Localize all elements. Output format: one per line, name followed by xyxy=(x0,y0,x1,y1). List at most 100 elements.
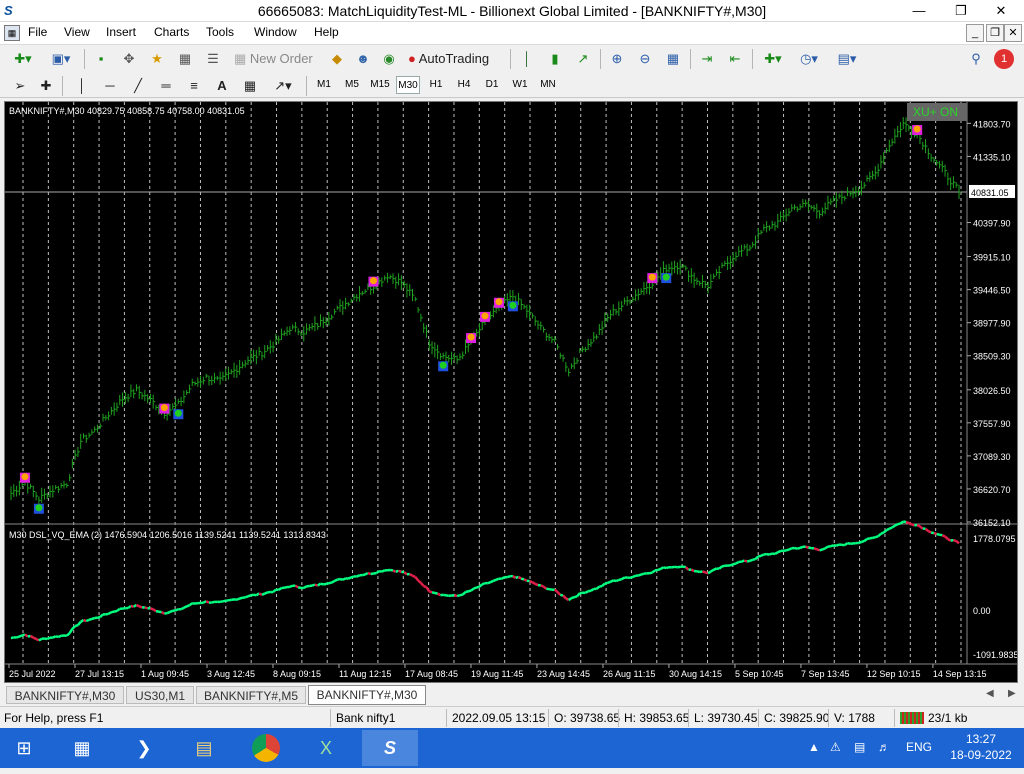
minimize-icon[interactable]: — xyxy=(904,0,934,22)
price-tick-label: 39446.50 xyxy=(973,286,1011,296)
file-explorer-icon[interactable]: ▤ xyxy=(180,730,228,766)
menu-view[interactable]: View xyxy=(64,25,90,39)
signals-icon[interactable]: ◉ xyxy=(378,49,400,69)
menu-window[interactable]: Window xyxy=(254,25,297,39)
tab-scroll-left-icon[interactable]: ◀ xyxy=(986,688,994,699)
indicator-up-segment xyxy=(348,577,351,578)
price-chart[interactable]: BANKNIFTY#,M30 40829.75 40858.75 40758.0… xyxy=(5,102,1017,682)
profiles-icon[interactable]: ▣▾ xyxy=(46,49,76,69)
timeframe-m15[interactable]: M15 xyxy=(368,76,392,94)
terminal-icon[interactable]: ▦ xyxy=(174,49,196,69)
tab-banknifty-m30[interactable]: BANKNIFTY#,M30 xyxy=(6,686,124,704)
indicator-down-segment xyxy=(206,601,209,602)
tab-banknifty-m30-active[interactable]: BANKNIFTY#,M30 xyxy=(308,685,426,705)
data-window-icon[interactable]: ✥ xyxy=(118,49,140,69)
experts-icon[interactable]: ☻ xyxy=(352,49,374,69)
mdi-restore-icon[interactable]: ❐ xyxy=(986,24,1004,42)
indicator-up-segment xyxy=(181,608,184,609)
market-watch-icon[interactable]: ▪ xyxy=(90,49,112,69)
chart-shift-icon[interactable]: ⇤ xyxy=(724,49,746,69)
profile-name[interactable]: Bank nifty1 xyxy=(336,711,395,725)
tab-scroll-right-icon[interactable]: ▶ xyxy=(1008,688,1016,699)
clock-time[interactable]: 13:27 xyxy=(946,732,1016,746)
tile-windows-icon[interactable]: ▦ xyxy=(662,49,684,69)
timeframe-w1[interactable]: W1 xyxy=(508,76,532,94)
indicator-up-segment xyxy=(97,617,100,618)
line-chart-icon[interactable]: ↗ xyxy=(572,49,594,69)
chrome-icon[interactable] xyxy=(242,730,290,766)
new-order-button[interactable]: ▦ New Order xyxy=(234,49,320,69)
chart-window-icon[interactable]: ▦ xyxy=(4,25,20,41)
restore-icon[interactable]: ❐ xyxy=(946,0,976,22)
indicator-up-segment xyxy=(605,583,608,584)
powershell-icon[interactable]: ❯ xyxy=(120,730,168,766)
menu-insert[interactable]: Insert xyxy=(106,25,136,39)
excel-icon[interactable]: X xyxy=(302,730,350,766)
tab-banknifty-m5[interactable]: BANKNIFTY#,M5 xyxy=(196,686,306,704)
server-manager-icon[interactable]: ▦ xyxy=(58,730,106,766)
indicator-up-segment xyxy=(873,537,876,538)
indicator-down-segment xyxy=(934,533,937,534)
price-tick-label: 41803.70 xyxy=(973,119,1011,129)
timeframe-h1[interactable]: H1 xyxy=(424,76,448,94)
fibonacci-icon[interactable]: ≡ xyxy=(184,76,204,96)
new-chart-icon[interactable]: ✚▾ xyxy=(8,49,38,69)
network-icon[interactable]: ▤ xyxy=(854,740,865,754)
bar-chart-icon[interactable]: │ xyxy=(516,49,538,69)
indicator-up-segment xyxy=(237,598,240,599)
timeframe-d1[interactable]: D1 xyxy=(480,76,504,94)
vertical-line-icon[interactable]: │ xyxy=(72,76,92,96)
indicator-up-segment xyxy=(571,597,574,598)
timeframe-h4[interactable]: H4 xyxy=(452,76,476,94)
search-icon[interactable]: ⚲ xyxy=(966,49,986,69)
tab-us30-m1[interactable]: US30,M1 xyxy=(126,686,194,704)
zoom-out-icon[interactable]: ⊖ xyxy=(634,49,656,69)
periods-icon[interactable]: ◷▾ xyxy=(794,49,824,69)
candlestick-icon[interactable]: ▮ xyxy=(544,49,566,69)
language-indicator[interactable]: ENG xyxy=(906,740,932,754)
timeframe-mn[interactable]: MN xyxy=(536,76,560,94)
channel-icon[interactable]: ═ xyxy=(156,76,176,96)
text-tool-icon[interactable]: A xyxy=(212,76,232,96)
templates-icon[interactable]: ▤▾ xyxy=(832,49,862,69)
start-icon[interactable]: ⊞ xyxy=(0,730,48,766)
menu-file[interactable]: File xyxy=(28,25,47,39)
tray-expand-icon[interactable]: ▲ xyxy=(808,740,820,754)
trendline-icon[interactable]: ╱ xyxy=(128,76,148,96)
indicator-up-segment xyxy=(39,639,42,641)
timeframe-m30[interactable]: M30 xyxy=(396,76,420,94)
indicator-down-segment xyxy=(139,606,142,607)
arrows-tool-icon[interactable]: ↗▾ xyxy=(268,76,298,96)
mdi-minimize-icon[interactable]: _ xyxy=(966,24,984,42)
clock-date[interactable]: 18-09-2022 xyxy=(946,748,1016,762)
metaeditor-icon[interactable]: ◆ xyxy=(326,49,348,69)
crosshair-icon[interactable]: ✚ xyxy=(36,76,56,96)
connection-icon[interactable] xyxy=(900,712,924,724)
navigator-icon[interactable]: ★ xyxy=(146,49,168,69)
timeframe-m1[interactable]: M1 xyxy=(312,76,336,94)
label-tool-icon[interactable]: ▦ xyxy=(240,76,260,96)
horizontal-line-icon[interactable]: ─ xyxy=(100,76,120,96)
indicators-icon[interactable]: ✚▾ xyxy=(758,49,788,69)
notification-badge[interactable]: 1 xyxy=(994,49,1014,69)
chart-window[interactable]: BANKNIFTY#,M30 40829.75 40858.75 40758.0… xyxy=(4,101,1018,683)
menu-charts[interactable]: Charts xyxy=(154,25,189,39)
close-icon[interactable]: ✕ xyxy=(986,0,1016,22)
tray-alert-icon[interactable]: ⚠ xyxy=(830,740,841,754)
menu-tools[interactable]: Tools xyxy=(206,25,234,39)
mdi-close-icon[interactable]: ✕ xyxy=(1004,24,1022,42)
strategy-tester-icon[interactable]: ☰ xyxy=(202,49,224,69)
indicator-up-segment xyxy=(820,550,823,551)
autotrading-button[interactable]: ● AutoTrading xyxy=(408,49,504,69)
volume-icon[interactable]: ♬ xyxy=(878,740,890,754)
mt4-icon[interactable]: S xyxy=(362,730,418,766)
time-tick-label: 17 Aug 08:45 xyxy=(405,669,458,679)
indicator-up-segment xyxy=(477,587,480,588)
autoscroll-icon[interactable]: ⇥ xyxy=(696,49,718,69)
timeframe-m5[interactable]: M5 xyxy=(340,76,364,94)
time-tick-label: 5 Sep 10:45 xyxy=(735,669,784,679)
menu-help[interactable]: Help xyxy=(314,25,339,39)
zoom-in-icon[interactable]: ⊕ xyxy=(606,49,628,69)
cursor-icon[interactable]: ➢ xyxy=(10,76,30,96)
indicator-down-segment xyxy=(926,529,929,531)
